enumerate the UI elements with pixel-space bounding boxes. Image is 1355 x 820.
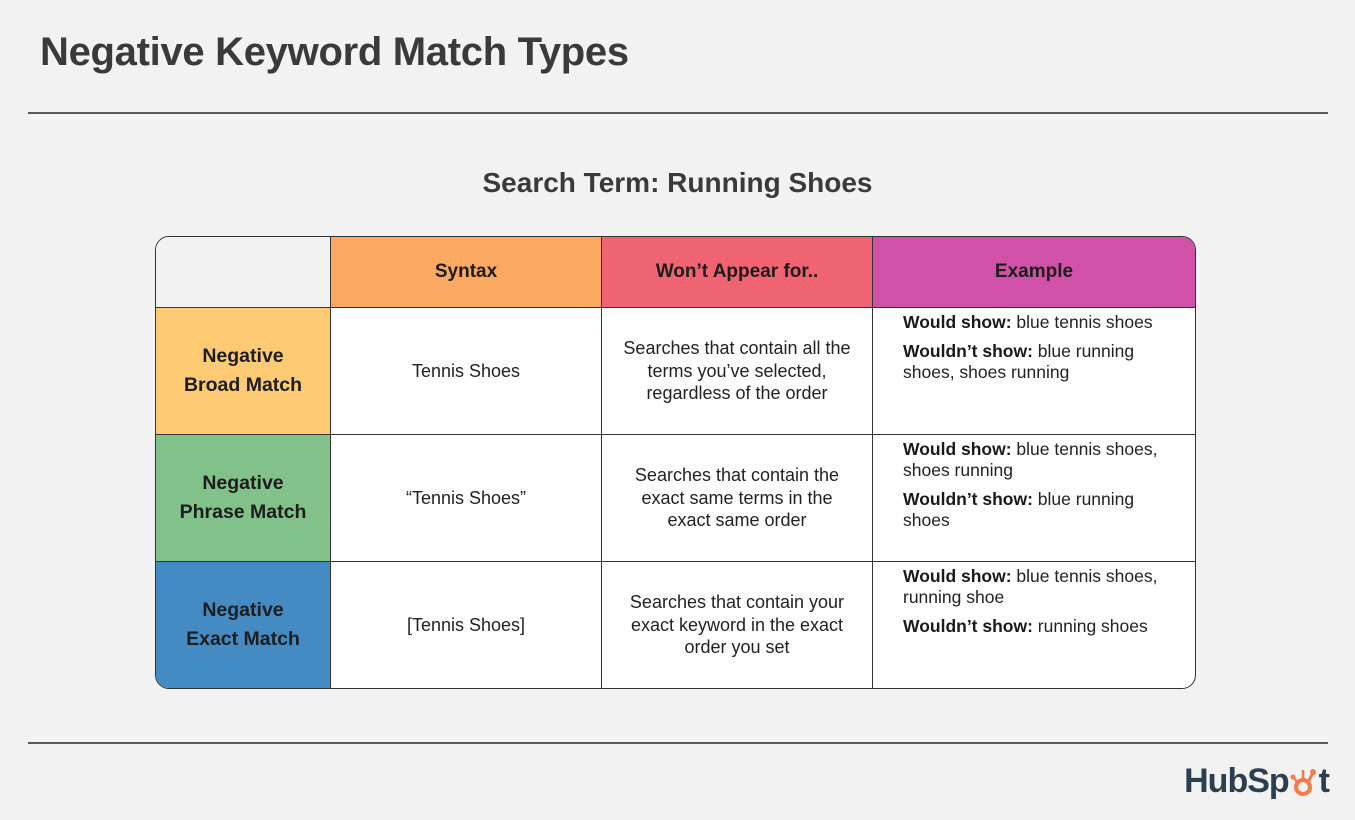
- would-show-line: Would show: blue tennis shoes, running s…: [903, 566, 1177, 608]
- would-show-value: blue tennis shoes: [1011, 312, 1153, 332]
- row-label-line: Negative: [202, 471, 284, 494]
- wouldnt-show-label: Wouldn’t show:: [903, 616, 1033, 636]
- header-wont-appear: Won’t Appear for..: [602, 237, 873, 308]
- sprocket-icon: [1290, 768, 1316, 796]
- row-label-exact: Negative Exact Match: [156, 562, 331, 688]
- wont-appear-cell-exact: Searches that contain your exact keyword…: [602, 562, 873, 688]
- page-title: Negative Keyword Match Types: [40, 30, 629, 74]
- wouldnt-show-value: running shoes: [1032, 616, 1148, 636]
- would-show-line: Would show: blue tennis shoes, shoes run…: [903, 439, 1177, 481]
- syntax-cell-broad: Tennis Shoes: [331, 308, 602, 435]
- syntax-cell-phrase: “Tennis Shoes”: [331, 435, 602, 562]
- row-label-line: Negative: [202, 344, 284, 367]
- bottom-divider: [28, 742, 1328, 744]
- wouldnt-show-line: Wouldn’t show: blue running shoes, shoes…: [903, 341, 1177, 383]
- corner-cell: [156, 237, 331, 308]
- wouldnt-show-line: Wouldn’t show: running shoes: [903, 616, 1148, 637]
- syntax-cell-exact: [Tennis Shoes]: [331, 562, 602, 688]
- would-show-label: Would show:: [903, 312, 1012, 332]
- row-label-line: Phrase Match: [179, 501, 307, 523]
- wouldnt-show-line: Wouldn’t show: blue running shoes: [903, 489, 1177, 531]
- wont-appear-cell-phrase: Searches that contain the exact same ter…: [602, 435, 873, 562]
- row-label-broad: Negative Broad Match: [156, 308, 331, 435]
- wont-appear-cell-broad: Searches that contain all the terms you’…: [602, 308, 873, 435]
- match-types-table: Syntax Won’t Appear for.. Example Negati…: [155, 236, 1196, 689]
- header-example: Example: [873, 237, 1195, 308]
- header-syntax: Syntax: [331, 237, 602, 308]
- example-cell-exact: Would show: blue tennis shoes, running s…: [873, 562, 1195, 688]
- wouldnt-show-label: Wouldn’t show:: [903, 489, 1033, 509]
- row-label-line: Negative: [202, 598, 284, 621]
- would-show-line: Would show: blue tennis shoes: [903, 312, 1153, 333]
- logo-text-end: t: [1318, 762, 1330, 800]
- would-show-label: Would show:: [903, 566, 1012, 586]
- row-label-phrase: Negative Phrase Match: [156, 435, 331, 562]
- hubspot-logo: HubSp t: [1184, 762, 1330, 801]
- search-term-subtitle: Search Term: Running Shoes: [482, 167, 873, 198]
- logo-text-start: HubSp: [1184, 762, 1290, 800]
- would-show-label: Would show:: [903, 439, 1012, 459]
- wouldnt-show-label: Wouldn’t show:: [903, 341, 1033, 361]
- example-cell-broad: Would show: blue tennis shoes Wouldn’t s…: [873, 308, 1195, 435]
- example-cell-phrase: Would show: blue tennis shoes, shoes run…: [873, 435, 1195, 562]
- row-label-line: Broad Match: [183, 374, 303, 396]
- row-label-line: Exact Match: [186, 628, 300, 650]
- top-divider: [28, 112, 1328, 114]
